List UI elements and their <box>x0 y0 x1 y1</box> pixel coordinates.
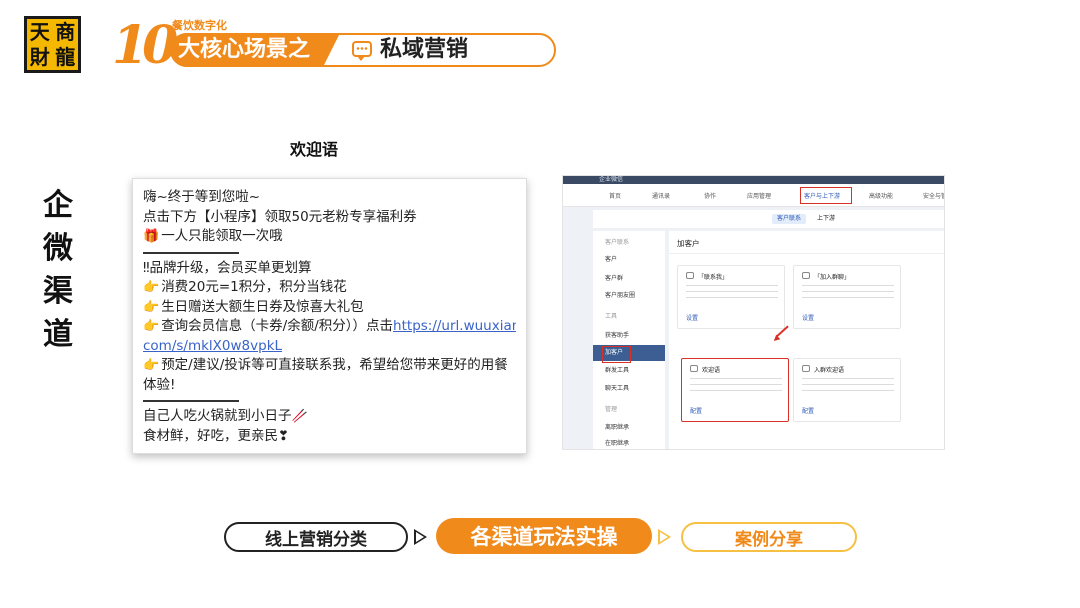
progress-step[interactable]: 线上营销分类 <box>224 522 408 552</box>
message-line: 👉查询会员信息（卡券/余额/积分））点击https://url.wuuxiang… <box>143 317 516 337</box>
progress-step[interactable]: 案例分享 <box>681 522 857 552</box>
gift-icon: 🎁 <box>143 229 160 244</box>
sidebar-item[interactable]: 获客助手 <box>593 328 665 344</box>
nav-item[interactable]: 应用管理 <box>747 191 771 200</box>
feature-card-group-welcome[interactable]: 入群欢迎语 配置 <box>793 358 901 422</box>
member-link[interactable]: https://url.wuuxiang. <box>393 318 516 334</box>
message-line: 体验! <box>143 376 176 393</box>
play-arrow-icon <box>658 529 671 545</box>
welcome-message-card: 嗨~终于等到您啦~ 点击下方【小程序】领取50元老粉专享福利券 🎁 一人只能领取一… <box>132 178 527 454</box>
logo-char: 商 <box>55 19 76 44</box>
nav-item[interactable]: 首页 <box>609 191 621 200</box>
logo-char: 龍 <box>55 45 76 70</box>
nav-item[interactable]: 协作 <box>704 191 716 200</box>
sidebar-item[interactable]: 客户群 <box>593 271 665 287</box>
feature-card-title: 入群欢迎语 <box>814 367 845 374</box>
highlight-box <box>800 187 852 204</box>
channel-label-char: 道 <box>43 317 73 352</box>
feature-card-link[interactable]: 设置 <box>802 313 814 322</box>
qrcode-icon <box>686 272 694 279</box>
chopsticks-icon: 🥢 <box>291 409 308 424</box>
feature-card-link[interactable]: 配置 <box>802 406 814 415</box>
feature-card-desc <box>802 283 894 303</box>
sidebar-group: 工具 <box>605 313 618 320</box>
group-message-icon <box>802 365 810 372</box>
nav-item[interactable]: 高级功能 <box>869 191 893 200</box>
message-line: 🎁 一人只能领取一次哦 <box>143 227 516 247</box>
message-line: 嗨~终于等到您啦~ <box>143 189 261 205</box>
sidebar-item[interactable]: 客户 <box>593 252 665 268</box>
feature-card-contact-me[interactable]: 「联系我」 设置 <box>677 265 785 329</box>
divider <box>669 253 944 254</box>
exclamation-icon: ❣ <box>278 428 289 444</box>
message-line: 自己人吃火锅就到小日子🥢 <box>143 407 516 427</box>
member-link[interactable]: com/s/mklX0w8vpkL <box>143 338 282 354</box>
header-title: 大核心场景之 <box>178 37 311 62</box>
channel-label-char: 微 <box>43 231 73 266</box>
message-line: 食材鲜，好吃，更亲民❣ <box>143 427 516 447</box>
chat-dots-icon <box>356 47 368 50</box>
feature-card-join-group[interactable]: 「加入群聊」 设置 <box>793 265 901 329</box>
header-scene: 私域营销 <box>380 37 469 62</box>
sidebar-item[interactable]: 客户朋友圈 <box>593 288 665 304</box>
admin-main: 加客户 「联系我」 设置 「加入群聊」 设置 欢迎语 配置 入群欢迎语 配置 <box>669 231 944 449</box>
highlight-box <box>602 346 631 363</box>
feature-card-title: 欢迎语 <box>702 367 721 374</box>
group-icon <box>802 272 810 279</box>
message-line: com/s/mklX0w8vpkL <box>143 337 516 357</box>
pointing-hand-icon: 👉 <box>143 299 160 315</box>
divider <box>143 400 239 402</box>
feature-card-welcome[interactable]: 欢迎语 配置 <box>681 358 789 422</box>
message-line: ‼品牌升级，会员买单更划算 <box>143 259 312 276</box>
channel-label-char: 渠 <box>43 274 73 309</box>
header-subtitle: 餐饮数字化 <box>172 19 227 32</box>
progress-step-active[interactable]: 各渠道玩法实操 <box>436 518 652 554</box>
header-number: 10 <box>112 15 178 76</box>
subtab-active[interactable]: 客户联系 <box>772 214 807 224</box>
sidebar-item[interactable]: 在职继承 <box>593 436 665 449</box>
message-icon <box>690 365 698 372</box>
channel-label-char: 企 <box>43 188 73 223</box>
message-line: 点击下方【小程序】领取50元老粉专享福利券 <box>143 208 417 225</box>
nav-item[interactable]: 通讯录 <box>652 191 670 200</box>
pointing-hand-icon: 👉 <box>143 319 160 334</box>
sidebar-group: 客户联系 <box>605 239 630 246</box>
sidebar-item[interactable]: 聊天工具 <box>593 381 665 397</box>
feature-card-link[interactable]: 配置 <box>690 406 702 415</box>
subtab[interactable]: 上下游 <box>812 214 840 224</box>
feature-card-desc <box>690 376 782 396</box>
sidebar-item[interactable]: 离职继承 <box>593 420 665 436</box>
pointing-hand-icon: 👉 <box>143 358 160 373</box>
feature-card-link[interactable]: 设置 <box>686 313 698 322</box>
feature-card-title: 「联系我」 <box>698 274 729 281</box>
admin-sidebar: 客户联系 客户 客户群 客户朋友圈 工具 获客助手 加客户 群发工具 聊天工具 … <box>593 231 665 449</box>
sidebar-group: 管理 <box>605 406 618 413</box>
feature-card-title: 「加入群聊」 <box>814 274 851 281</box>
main-title: 加客户 <box>677 239 700 248</box>
nav-item[interactable]: 安全与管 <box>923 191 944 200</box>
admin-app-name: 企业微信 <box>599 176 624 183</box>
admin-topbar: 企业微信 <box>563 176 944 184</box>
feature-card-desc <box>802 376 894 396</box>
logo-char: 天 <box>29 19 50 44</box>
channel-label: 企 微 渠 道 <box>38 184 78 356</box>
sidebar-item[interactable]: 群发工具 <box>593 363 665 379</box>
admin-nav: 首页 通讯录 协作 应用管理 客户与上下游 高级功能 安全与管 <box>563 184 944 207</box>
feature-card-desc <box>686 283 778 303</box>
message-line: 👉 生日赠送大额生日券及惊喜大礼包 <box>143 298 516 318</box>
message-line: 👉 预定/建议/投诉等可直接联系我，希望给您带来更好的用餐 <box>143 356 516 376</box>
divider <box>143 251 239 254</box>
wecom-admin-screenshot: 企业微信 首页 通讯录 协作 应用管理 客户与上下游 高级功能 安全与管 客户联… <box>562 175 945 450</box>
play-arrow-icon <box>414 529 427 545</box>
logo-char: 財 <box>29 45 50 70</box>
message-line: 👉 消费20元=1积分，积分当钱花 <box>143 278 516 298</box>
brand-logo: 天 商 財 龍 <box>24 16 81 73</box>
pointing-hand-icon: 👉 <box>143 280 160 295</box>
welcome-title: 欢迎语 <box>290 140 339 159</box>
admin-subtabs: 客户联系 上下游 <box>593 210 944 228</box>
